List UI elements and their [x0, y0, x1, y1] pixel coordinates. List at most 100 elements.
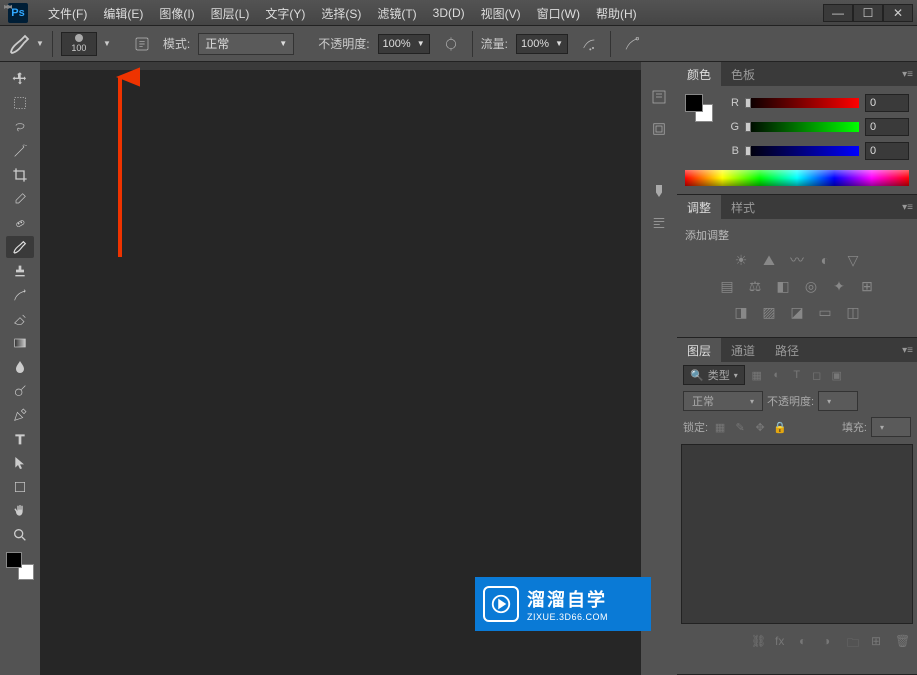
fg-swatch[interactable]: [685, 94, 703, 112]
hue-icon[interactable]: ▤: [718, 277, 736, 295]
layer-fx-icon[interactable]: fx: [775, 634, 789, 648]
minimize-button[interactable]: —: [823, 4, 853, 22]
brush-panel-toggle[interactable]: [129, 32, 155, 56]
lock-all-icon[interactable]: 🔒: [772, 419, 788, 435]
tab-adjustments[interactable]: 调整: [677, 195, 721, 219]
blur-tool[interactable]: [6, 356, 34, 378]
close-button[interactable]: ✕: [883, 4, 913, 22]
lock-transparency-icon[interactable]: ▦: [712, 419, 728, 435]
tab-swatches[interactable]: 色板: [721, 62, 765, 86]
panel-menu-icon[interactable]: ▾≡: [902, 69, 913, 80]
airbrush-toggle[interactable]: [576, 32, 602, 56]
panel-menu-icon[interactable]: ▾≡: [902, 202, 913, 213]
layer-opacity-input[interactable]: ▾: [818, 391, 858, 411]
brush-presets-panel-icon[interactable]: [648, 180, 670, 202]
crop-tool[interactable]: [6, 164, 34, 186]
foreground-color-swatch[interactable]: [6, 552, 22, 568]
tab-color[interactable]: 颜色: [677, 62, 721, 86]
flow-input[interactable]: 100% ▼: [516, 34, 568, 54]
bw-icon[interactable]: ◧: [774, 277, 792, 295]
filter-type-icon[interactable]: T: [789, 367, 805, 383]
layer-filter-select[interactable]: 🔍 类型 ▾: [683, 365, 745, 385]
eyedropper-tool[interactable]: [6, 188, 34, 210]
text-tool[interactable]: [6, 428, 34, 450]
r-slider[interactable]: [745, 98, 859, 108]
move-tool[interactable]: [6, 68, 34, 90]
stamp-tool[interactable]: [6, 260, 34, 282]
layer-blend-mode-select[interactable]: 正常▾: [683, 391, 763, 411]
layer-group-icon[interactable]: 🗀: [847, 634, 861, 648]
photo-filter-icon[interactable]: ◎: [802, 277, 820, 295]
b-slider[interactable]: [745, 146, 859, 156]
hand-tool[interactable]: [6, 500, 34, 522]
brush-size-picker[interactable]: 100 ▼: [61, 32, 97, 56]
properties-panel-icon[interactable]: [648, 118, 670, 140]
lookup-icon[interactable]: ⊞: [858, 277, 876, 295]
lock-position-icon[interactable]: ✥: [752, 419, 768, 435]
layer-mask-icon[interactable]: ◐: [799, 634, 813, 648]
heal-tool[interactable]: [6, 212, 34, 234]
selective-color-icon[interactable]: ◫: [844, 303, 862, 321]
filter-pixel-icon[interactable]: ▦: [749, 367, 765, 383]
filter-adjust-icon[interactable]: ◐: [769, 367, 785, 383]
dock-handle-icon[interactable]: ◂◂: [4, 2, 12, 11]
lasso-tool[interactable]: [6, 116, 34, 138]
eraser-tool[interactable]: [6, 308, 34, 330]
panel-menu-icon[interactable]: ▾≡: [902, 345, 913, 356]
menu-view[interactable]: 视图(V): [473, 5, 529, 22]
history-panel-icon[interactable]: [648, 86, 670, 108]
link-layers-icon[interactable]: ⛓: [751, 634, 765, 648]
adjustment-layer-icon[interactable]: ◑: [823, 634, 837, 648]
menu-help[interactable]: 帮助(H): [588, 5, 645, 22]
menu-edit[interactable]: 编辑(E): [95, 5, 151, 22]
g-value-input[interactable]: 0: [865, 118, 909, 136]
brightness-icon[interactable]: ☀: [732, 251, 750, 269]
filter-shape-icon[interactable]: ◻: [809, 367, 825, 383]
marquee-tool[interactable]: [6, 92, 34, 114]
menu-file[interactable]: 文件(F): [40, 5, 95, 22]
channel-mixer-icon[interactable]: ✦: [830, 277, 848, 295]
pen-tool[interactable]: [6, 404, 34, 426]
menu-filter[interactable]: 滤镜(T): [369, 5, 424, 22]
b-value-input[interactable]: 0: [865, 142, 909, 160]
filter-smart-icon[interactable]: ▣: [829, 367, 845, 383]
opacity-pressure-toggle[interactable]: [438, 32, 464, 56]
gradient-tool[interactable]: [6, 332, 34, 354]
menu-window[interactable]: 窗口(W): [529, 5, 588, 22]
color-ramp[interactable]: [685, 170, 909, 186]
path-select-tool[interactable]: [6, 452, 34, 474]
tab-layers[interactable]: 图层: [677, 338, 721, 362]
exposure-icon[interactable]: ◐: [816, 251, 834, 269]
zoom-tool[interactable]: [6, 524, 34, 546]
blend-mode-select[interactable]: 正常 ▼: [198, 33, 294, 55]
layers-list[interactable]: [681, 444, 913, 624]
gradient-map-icon[interactable]: ▭: [816, 303, 834, 321]
g-slider[interactable]: [745, 122, 859, 132]
tab-channels[interactable]: 通道: [721, 338, 765, 362]
color-swatches[interactable]: [6, 552, 34, 580]
posterize-icon[interactable]: ▨: [760, 303, 778, 321]
lock-paint-icon[interactable]: ✎: [732, 419, 748, 435]
menu-layer[interactable]: 图层(L): [203, 5, 258, 22]
menu-select[interactable]: 选择(S): [313, 5, 369, 22]
wand-tool[interactable]: [6, 140, 34, 162]
color-balance-icon[interactable]: ⚖: [746, 277, 764, 295]
new-layer-icon[interactable]: ⊞: [871, 634, 885, 648]
menu-image[interactable]: 图像(I): [151, 5, 202, 22]
menu-type[interactable]: 文字(Y): [257, 5, 313, 22]
maximize-button[interactable]: ☐: [853, 4, 883, 22]
curves-icon[interactable]: 〰: [788, 251, 806, 269]
tab-paths[interactable]: 路径: [765, 338, 809, 362]
shape-tool[interactable]: [6, 476, 34, 498]
tool-preset-picker[interactable]: ▼: [8, 33, 44, 55]
vibrance-icon[interactable]: ▽: [844, 251, 862, 269]
history-brush-tool[interactable]: [6, 284, 34, 306]
layer-fill-input[interactable]: ▾: [871, 417, 911, 437]
invert-icon[interactable]: ◨: [732, 303, 750, 321]
levels-icon[interactable]: ⛰: [760, 251, 778, 269]
opacity-input[interactable]: 100% ▼: [378, 34, 430, 54]
threshold-icon[interactable]: ◪: [788, 303, 806, 321]
tablet-pressure-toggle[interactable]: [619, 32, 645, 56]
dodge-tool[interactable]: [6, 380, 34, 402]
brush-tool[interactable]: [6, 236, 34, 258]
